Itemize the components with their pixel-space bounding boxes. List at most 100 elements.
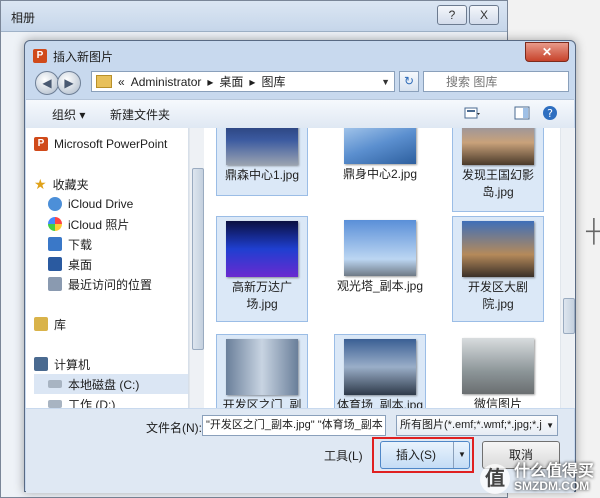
nav-label: 本地磁盘 (C:) [68,377,140,392]
album-close-button[interactable]: X [469,5,499,25]
nav-item-downloads[interactable]: 下载 [48,234,188,254]
dialog-close-button[interactable]: ✕ [525,42,569,62]
help-icon[interactable]: ? [542,105,558,121]
nav-item-recent[interactable]: 最近访问的位置 [48,274,188,294]
file-item[interactable]: 微信图片_20181009092611.jpg [452,334,544,408]
dialog-titlebar: P 插入新图片 [33,45,113,67]
new-folder-button[interactable]: 新建文件夹 [110,106,170,123]
file-item[interactable]: 鼎身中心2.jpg [334,128,426,196]
file-item[interactable]: 发现王国幻影岛.jpg [452,128,544,212]
navigation-bar: ◀ ▶ « Administrator ▸ 桌面 ▸ 图库 ▼ ↻ [31,69,571,95]
nav-item-icloud-drive[interactable]: iCloud Drive [48,194,188,214]
view-options-icon[interactable] [464,105,480,121]
organize-menu[interactable]: 组织 ▾ [52,106,85,123]
nav-label: 收藏夹 [52,177,89,192]
preview-pane-icon[interactable] [514,105,530,121]
nav-item-favorites[interactable]: ★ 收藏夹 [34,174,188,194]
disk-icon [48,400,62,408]
breadcrumb-administrator[interactable]: Administrator [131,75,202,89]
breadcrumb-gallery[interactable]: 图库 [261,73,285,90]
help-button[interactable]: ? [437,5,467,25]
breadcrumb-separator: ▸ [207,74,214,89]
nav-item-work-disk-d[interactable]: 工作 (D:) [48,394,188,408]
tools-label: 工具(L) [324,449,363,463]
nav-label: 最近访问的位置 [68,277,153,292]
file-name: 体育场_副本.jpg [336,398,424,408]
desktop-icon [48,257,62,271]
album-title: 相册 [11,11,36,25]
nav-item-local-disk-c[interactable]: 本地磁盘 (C:) [34,374,188,394]
photos-icon [48,217,62,231]
star-icon: ★ [34,175,47,192]
file-type-select[interactable]: 所有图片(*.emf;*.wmf;*.jpg;*.j ▼ [396,415,558,436]
disk-icon [48,380,62,388]
file-name: 鼎森中心1.jpg [224,168,300,182]
file-name: 高新万达广场.jpg [231,280,292,311]
watermark-text: 什么值得买 SMZDM.COM [513,463,594,494]
file-name: 开发区之门_副本.jpg [222,398,302,408]
image-thumbnail [344,128,416,164]
navigation-scrollbar[interactable] [189,128,204,408]
breadcrumb-separator: ▸ [249,74,256,89]
command-toolbar: 组织 ▾ 新建文件夹 ? [26,99,574,129]
file-item[interactable]: 体育场_副本.jpg [334,334,426,408]
refresh-icon[interactable]: ↻ [399,71,419,92]
dialog-title: 插入新图片 [53,49,114,64]
nav-item-desktop[interactable]: 桌面 [48,254,188,274]
library-icon [34,317,48,331]
nav-label: 计算机 [54,357,91,372]
nav-label: iCloud 照片 [68,217,130,232]
image-thumbnail [344,339,416,395]
image-thumbnail [462,128,534,165]
watermark-logo: 值 [479,464,510,494]
forward-icon[interactable]: ▶ [57,71,81,95]
nav-label: Microsoft PowerPoint [54,137,168,151]
insert-picture-dialog: P 插入新图片 ✕ ◀ ▶ « Administrator ▸ 桌面 ▸ 图库 … [24,40,576,493]
scrollbar-thumb[interactable] [563,298,575,334]
nav-item-computer[interactable]: 计算机 [34,354,188,374]
nav-item-libraries[interactable]: 库 [34,314,188,334]
powerpoint-icon: P [33,49,47,63]
file-item[interactable]: 开发区大剧院.jpg [452,216,544,322]
image-thumbnail [226,128,298,165]
image-thumbnail [344,220,416,276]
album-titlebar: 相册 ? X [1,1,507,32]
scrollbar-thumb[interactable] [192,168,204,350]
file-name: 鼎身中心2.jpg [342,167,418,181]
nav-item-icloud-photos[interactable]: iCloud 照片 [48,214,188,234]
image-thumbnail [462,338,534,394]
highlight-annotation [372,437,474,473]
computer-icon [34,357,48,371]
file-list-scrollbar[interactable] [560,128,575,408]
nav-label: 库 [54,317,67,332]
cloud-icon [48,197,62,211]
chevron-down-icon: ▼ [546,421,554,430]
nav-label: 桌面 [68,257,93,272]
file-item[interactable]: 开发区之门_副本.jpg [216,334,308,408]
browser-pane: P Microsoft PowerPoint ★ 收藏夹 iCloud Driv… [26,128,575,408]
file-name: 观光塔_副本.jpg [336,279,424,293]
nav-item-powerpoint[interactable]: P Microsoft PowerPoint [34,134,188,154]
watermark: 值 什么值得买 SMZDM.COM [479,463,594,494]
download-folder-icon [48,237,62,251]
filename-label: 文件名(N): [146,421,202,435]
file-item[interactable]: 高新万达广场.jpg [216,216,308,322]
nav-label: 下载 [68,237,93,252]
watermark-main: 什么值得买 [513,463,594,480]
cursor-mark: ┼ [586,218,600,243]
file-name: 发现王国幻影岛.jpg [461,168,534,199]
file-list: 鼎森中心1.jpg 鼎身中心2.jpg 发现王国幻影岛.jpg 高新万达广场.j… [204,128,560,408]
file-name: 微信图片_20181009092611.jpg [473,397,522,408]
chevron-down-icon[interactable]: ▼ [381,77,390,87]
folder-icon [96,75,112,88]
file-item[interactable]: 观光塔_副本.jpg [334,216,426,306]
file-name: 开发区大剧院.jpg [467,280,528,311]
svg-text:?: ? [547,107,553,120]
search-input[interactable] [423,71,569,92]
back-icon[interactable]: ◀ [35,71,59,95]
file-item[interactable]: 鼎森中心1.jpg [216,128,308,196]
filename-input[interactable]: "开发区之门_副本.jpg" "体育场_副本 [202,415,386,436]
image-thumbnail [226,339,298,395]
address-bar[interactable]: « Administrator ▸ 桌面 ▸ 图库 ▼ [91,71,395,92]
breadcrumb-desktop[interactable]: 桌面 [219,73,243,90]
